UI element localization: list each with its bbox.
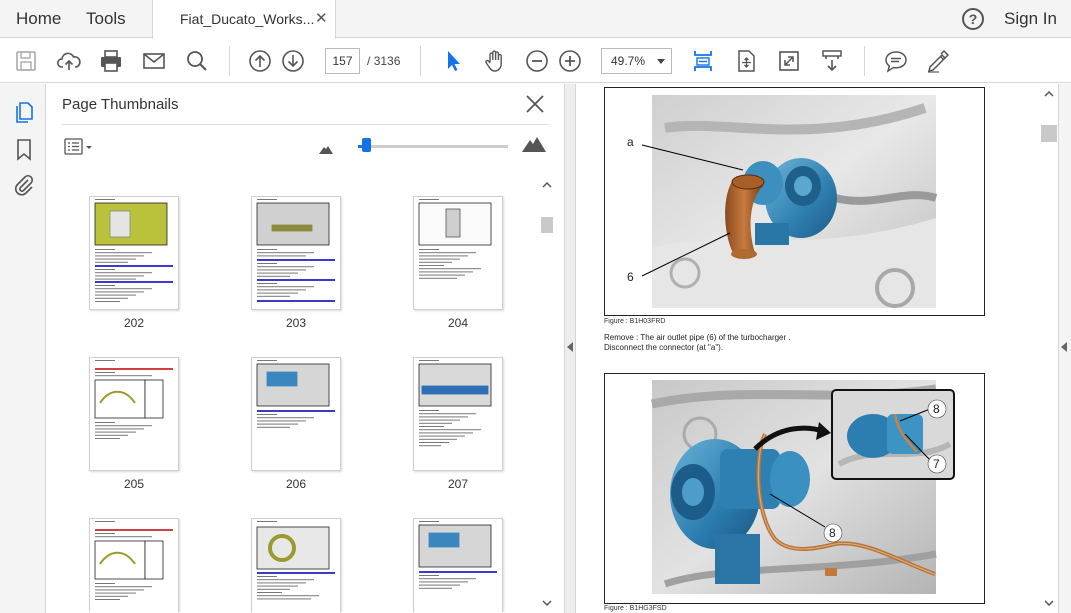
thumbnail-page-preview bbox=[251, 518, 341, 612]
sign-icon[interactable] bbox=[925, 48, 951, 74]
hand-icon[interactable] bbox=[482, 48, 508, 74]
expand-right-panel-icon[interactable] bbox=[1061, 342, 1067, 352]
close-icon[interactable] bbox=[524, 93, 546, 115]
save-icon[interactable] bbox=[13, 48, 39, 74]
thumbnail-page-number: 207 bbox=[447, 477, 469, 491]
scroll-down-icon[interactable] bbox=[1040, 597, 1058, 609]
attachments-icon[interactable] bbox=[12, 173, 36, 197]
page-down-icon[interactable] bbox=[280, 48, 306, 74]
total-pages: 3136 bbox=[373, 54, 401, 68]
scroll-up-icon[interactable] bbox=[540, 180, 554, 190]
scroll-down-icon[interactable] bbox=[540, 598, 554, 608]
thumbnail-page-preview bbox=[251, 196, 341, 310]
zoom-value: 49.7% bbox=[611, 54, 646, 68]
chevron-down-icon bbox=[657, 59, 665, 64]
toolbar-separator bbox=[229, 46, 230, 76]
thumbnail-page-number: 206 bbox=[285, 477, 307, 491]
comment-icon[interactable] bbox=[883, 48, 909, 74]
thumbnail-options-button[interactable] bbox=[64, 138, 96, 156]
menu-home[interactable]: Home bbox=[16, 0, 61, 38]
instruction-remove: Remove : The air outlet pipe (6) of the … bbox=[604, 333, 791, 342]
toolbar-separator bbox=[864, 46, 865, 76]
email-icon[interactable] bbox=[141, 48, 167, 74]
thumbnail-page-preview bbox=[89, 518, 179, 612]
print-icon[interactable] bbox=[98, 48, 124, 74]
thumbnail-page-preview bbox=[251, 357, 341, 471]
thumbnail-page-preview bbox=[89, 357, 179, 471]
figure-2-caption: Figure : B1HG3FSD bbox=[604, 605, 667, 612]
toolbar-separator bbox=[420, 46, 421, 76]
enlarge-thumbnail-icon[interactable] bbox=[522, 136, 546, 157]
scrolling-mode-icon[interactable] bbox=[819, 48, 845, 74]
right-panel-toggle[interactable] bbox=[1058, 84, 1071, 613]
panel-scrollbar-thumb[interactable] bbox=[541, 217, 553, 233]
page-number-input[interactable] bbox=[325, 48, 360, 74]
callout-7: 7 bbox=[933, 457, 940, 471]
thumbnail-page-number: 204 bbox=[447, 316, 469, 330]
zoom-in-icon[interactable] bbox=[557, 48, 583, 74]
callout-6: 6 bbox=[627, 270, 634, 284]
full-screen-icon[interactable] bbox=[776, 48, 802, 74]
page-up-icon[interactable] bbox=[247, 48, 273, 74]
document-tab[interactable]: Fiat_Ducato_Works... ✕ bbox=[152, 0, 336, 39]
select-cursor-icon[interactable] bbox=[440, 48, 466, 74]
fit-page-icon[interactable] bbox=[733, 48, 759, 74]
menu-tools[interactable]: Tools bbox=[86, 0, 126, 38]
search-icon[interactable] bbox=[184, 48, 210, 74]
figure-1-photo bbox=[641, 95, 938, 308]
thumbnail-page-preview bbox=[413, 518, 503, 612]
thumbnail-page-preview bbox=[413, 196, 503, 310]
thumbnail-page-number: 203 bbox=[285, 316, 307, 330]
panel-scrollbar[interactable] bbox=[540, 180, 554, 608]
cloud-upload-icon[interactable] bbox=[56, 48, 82, 74]
panel-splitter[interactable] bbox=[564, 84, 576, 613]
thumbnail-size-slider[interactable] bbox=[358, 145, 508, 148]
slider-thumb[interactable] bbox=[361, 138, 371, 152]
instruction-disconnect: Disconnect the connector (at "a"). bbox=[604, 343, 724, 352]
page-separator: / bbox=[367, 54, 371, 68]
figure-1: a 6 bbox=[604, 87, 985, 316]
page-thumbnails-icon[interactable] bbox=[12, 100, 36, 124]
thumbnail-page-preview bbox=[413, 357, 503, 471]
page-count: / 3136 bbox=[367, 54, 400, 68]
figure-2-photo bbox=[651, 380, 955, 594]
document-scrollbar[interactable] bbox=[1040, 84, 1058, 613]
thumbnail-page-preview bbox=[89, 196, 179, 310]
sign-in-button[interactable]: Sign In bbox=[1004, 0, 1057, 38]
callout-8-inset: 8 bbox=[933, 402, 940, 416]
divider bbox=[62, 124, 549, 125]
scroll-up-icon[interactable] bbox=[1040, 88, 1058, 100]
thumbnail-page-number: 202 bbox=[123, 316, 145, 330]
document-scrollbar-thumb[interactable] bbox=[1041, 125, 1057, 142]
document-tab-title: Fiat_Ducato_Works... bbox=[180, 11, 315, 27]
toolbar: / 3136 49.7% bbox=[0, 39, 1071, 83]
callout-8: 8 bbox=[829, 526, 836, 540]
help-icon[interactable]: ? bbox=[962, 8, 984, 30]
zoom-out-icon[interactable] bbox=[524, 48, 550, 74]
close-tab-icon[interactable]: ✕ bbox=[315, 9, 328, 27]
document-view[interactable]: a 6 Figure : B1H03FRD Remove : The air o… bbox=[577, 84, 1058, 613]
figure-2: 8 7 8 bbox=[604, 373, 985, 604]
thumbnails-panel: Page Thumbnails 202 203 204 205 206 207 bbox=[46, 84, 564, 613]
thumbnail-page-number: 205 bbox=[123, 477, 145, 491]
navigation-rail bbox=[0, 84, 46, 613]
zoom-select[interactable]: 49.7% bbox=[601, 48, 672, 74]
figure-1-caption: Figure : B1H03FRD bbox=[604, 318, 666, 325]
thumbnail-grid: 202 203 204 205 206 207 bbox=[62, 172, 539, 612]
reduce-thumbnail-icon[interactable] bbox=[319, 141, 333, 159]
collapse-panel-icon[interactable] bbox=[567, 342, 573, 352]
panel-title: Page Thumbnails bbox=[62, 96, 179, 113]
fit-width-icon[interactable] bbox=[690, 48, 716, 74]
callout-a: a bbox=[627, 135, 634, 149]
menu-bar: Home Tools Fiat_Ducato_Works... ✕ ? Sign… bbox=[0, 0, 1071, 39]
bookmarks-icon[interactable] bbox=[12, 137, 36, 161]
